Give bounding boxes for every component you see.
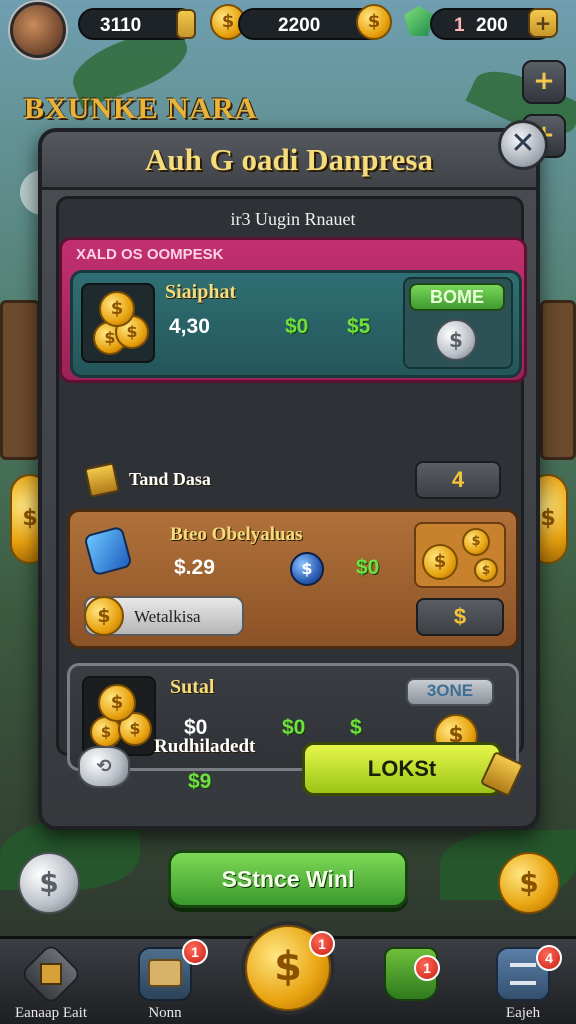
nav-label: Nonn: [148, 1005, 182, 1021]
gold-coin-icon: $: [474, 558, 498, 582]
nav-shop[interactable]: $ 1: [243, 925, 335, 1024]
top-bar: 3110 $ 2200 $ 1 200 +: [0, 0, 576, 58]
start-button[interactable]: SStnce Winl: [168, 850, 408, 908]
item-name: Sutal: [170, 676, 215, 698]
row-value-button[interactable]: 4: [415, 461, 501, 499]
avatar[interactable]: [10, 2, 66, 58]
map-icon: [148, 959, 182, 987]
row-label: Tand Dasa: [129, 469, 211, 489]
shop-item-2[interactable]: Bteo Obelyaluas $.29 $ $0 $ $ $ $ Wetalk…: [67, 509, 519, 649]
item-action-panel: BOME $: [403, 277, 513, 369]
dialog-title: Auh G oadi Danpresa: [145, 142, 433, 177]
section-label: XALD OS OOMPESK: [76, 246, 224, 263]
gold-coin-icon: $: [99, 291, 135, 327]
gold-coin-icon: $: [462, 528, 490, 556]
sub-label-text: Wetalkisa: [134, 607, 201, 626]
background-logo: BXUNKE NARA: [24, 92, 258, 125]
nav-calendar[interactable]: 4 Eajeh: [478, 939, 568, 1024]
nav-home[interactable]: Eanaap Eait: [6, 939, 96, 1024]
notification-badge: 1: [309, 931, 335, 957]
coin-pile-icon: $ $ $: [414, 522, 506, 588]
bottom-nav: Eanaap Eait 1 Nonn $ 1 1 4 Eajeh: [0, 925, 576, 1024]
resource-value: 2200: [278, 15, 321, 36]
close-icon[interactable]: ✕: [498, 120, 548, 170]
home-icon: [40, 963, 62, 985]
tag-icon: [84, 462, 120, 498]
buy-button[interactable]: $: [416, 598, 504, 636]
footer-value: $9: [188, 770, 212, 793]
dialog-subtitle: ir3 Uugin Rnauet: [230, 209, 356, 229]
item-name: Siaiphat: [165, 281, 237, 303]
nav-map[interactable]: 1 Nonn: [120, 939, 210, 1024]
footer-label: Rudhiladedt: [154, 736, 256, 757]
gold-coin-icon: $: [422, 544, 458, 580]
resource-value: 200: [476, 15, 508, 36]
resource-counter-1: 3110: [78, 8, 196, 40]
notification-badge: 1: [414, 955, 440, 981]
featured-section: XALD OS OOMPESK $ $ $ Siaiphat 4,30 $0 $…: [59, 237, 527, 383]
buy-button[interactable]: BOME: [409, 283, 505, 311]
plus-icon[interactable]: +: [528, 8, 558, 38]
nav-label: Eanaap Eait: [14, 1005, 88, 1021]
item-value: $0: [285, 315, 309, 338]
buy-button[interactable]: 3ONE: [406, 678, 494, 706]
dollar-coin-icon: $: [290, 552, 324, 586]
shop-item-1[interactable]: $ $ $ Siaiphat 4,30 $0 $5 BOME $: [70, 270, 522, 378]
nav-potion[interactable]: 1: [366, 939, 456, 1024]
sub-label-pill: $ Wetalkisa: [84, 596, 244, 636]
resource-count: 1: [454, 15, 465, 36]
dollar-coin-icon[interactable]: $: [498, 852, 560, 914]
nav-label: Eajeh: [505, 1005, 541, 1021]
shield-gem-icon: [83, 525, 133, 577]
gold-coin-icon: $: [356, 4, 392, 40]
notification-badge: 1: [182, 939, 208, 965]
hut: [540, 300, 576, 460]
item-price: $.29: [174, 556, 215, 579]
item-name: Bteo Obelyaluas: [170, 524, 303, 545]
dialog-header: Auh G oadi Danpresa: [42, 132, 536, 190]
plus-icon[interactable]: +: [522, 60, 566, 104]
gold-coin-icon: $: [84, 596, 124, 636]
item-value: $5: [347, 315, 371, 338]
calendar-icon: [510, 963, 536, 985]
gold-coin-icon[interactable]: [176, 9, 196, 39]
silver-coin-icon[interactable]: $: [18, 852, 80, 914]
resource-value: 3110: [100, 15, 142, 36]
dialog-footer: ⟲ Rudhiladedt $9 LOKSt: [42, 712, 536, 822]
item-value: $0: [356, 556, 380, 579]
dialog-body: ir3 Uugin Rnauet XALD OS OOMPESK $ $ $ S…: [56, 196, 527, 771]
item-price: 4,30: [169, 315, 210, 338]
silver-coin-icon: $: [435, 319, 477, 361]
notification-badge: 4: [536, 945, 562, 971]
confirm-button[interactable]: LOKSt: [302, 742, 502, 796]
coin-stack-icon: $ $ $: [81, 283, 155, 363]
purchase-dialog: Auh G oadi Danpresa ✕ ir3 Uugin Rnauet X…: [38, 120, 548, 830]
silver-coin-icon: ⟲: [78, 746, 130, 788]
hut: [0, 300, 40, 460]
